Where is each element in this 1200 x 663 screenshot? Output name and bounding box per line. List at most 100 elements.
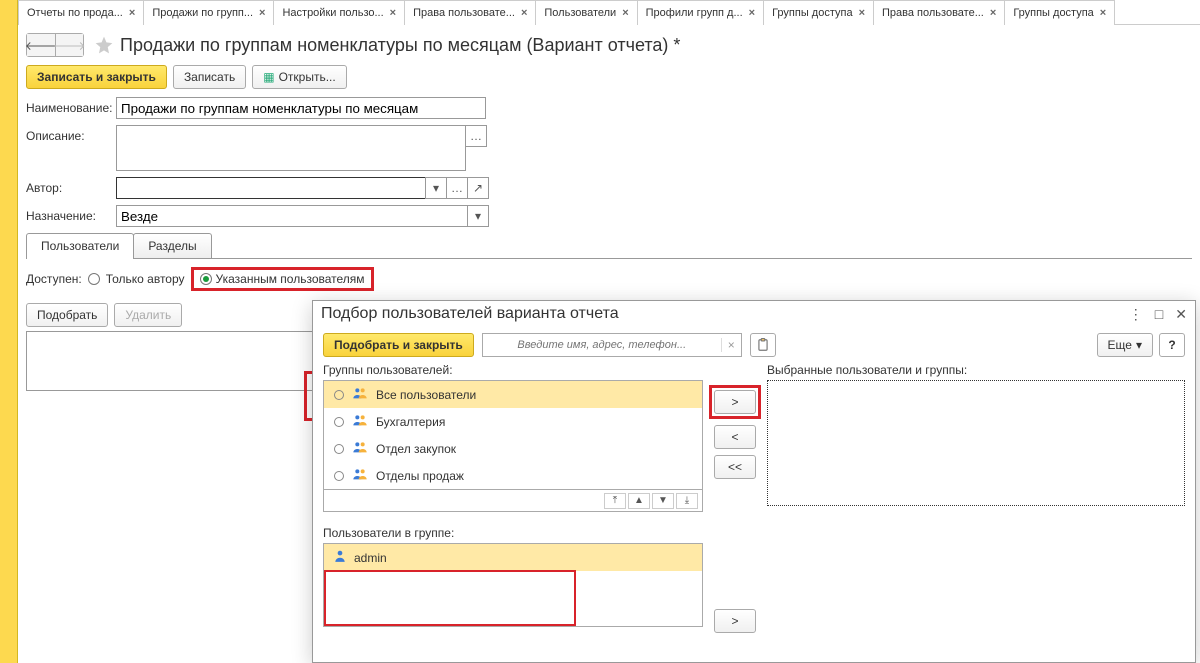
open-button[interactable]: ▦ Открыть... xyxy=(252,65,346,89)
help-button[interactable]: ? xyxy=(1159,333,1185,357)
close-icon[interactable]: × xyxy=(622,7,628,19)
close-icon[interactable]: × xyxy=(859,7,865,19)
purpose-input[interactable] xyxy=(116,205,468,227)
name-input[interactable] xyxy=(116,97,486,119)
forward-button[interactable]: 🡒 xyxy=(55,34,83,56)
app-tab[interactable]: Отчеты по прода...× xyxy=(18,0,144,25)
close-icon[interactable]: × xyxy=(259,7,265,19)
save-button[interactable]: Записать xyxy=(173,65,246,89)
app-tab[interactable]: Права пользовате...× xyxy=(404,0,536,25)
pick-button[interactable]: Подобрать xyxy=(26,303,108,327)
radio-icon xyxy=(334,471,344,481)
ellipsis-button[interactable]: … xyxy=(465,125,487,147)
clear-icon[interactable]: × xyxy=(721,338,741,352)
author-input[interactable] xyxy=(116,177,426,199)
delete-button[interactable]: Удалить xyxy=(114,303,182,327)
close-icon[interactable]: × xyxy=(390,7,396,19)
search-box: × xyxy=(482,333,742,357)
chart-icon: ▦ xyxy=(263,70,274,84)
nav-buttons: 🡐 🡒 xyxy=(26,33,84,57)
move-right-button[interactable]: > xyxy=(714,390,756,414)
description-label: Описание: xyxy=(26,125,116,143)
app-tab[interactable]: Профили групп д...× xyxy=(637,0,764,25)
user-name: admin xyxy=(354,551,387,565)
page-title: Продажи по группам номенклатуры по месяц… xyxy=(120,35,680,56)
save-and-close-button[interactable]: Записать и закрыть xyxy=(26,65,167,89)
move-up-button[interactable]: ▲ xyxy=(628,493,650,509)
group-icon xyxy=(352,386,368,403)
user-row[interactable]: admin xyxy=(324,544,702,571)
kebab-icon[interactable]: ⋮ xyxy=(1129,306,1143,323)
author-label: Автор: xyxy=(26,177,116,195)
close-icon[interactable]: × xyxy=(749,7,755,19)
close-icon[interactable]: × xyxy=(521,7,527,19)
dropdown-button[interactable]: ▾ xyxy=(425,177,447,199)
users-in-group-label: Пользователи в группе: xyxy=(323,526,703,540)
pick-and-close-button[interactable]: Подобрать и закрыть xyxy=(323,333,474,357)
radio-icon xyxy=(334,444,344,454)
app-tab[interactable]: Пользователи× xyxy=(535,0,637,25)
app-tab[interactable]: Продажи по групп...× xyxy=(143,0,274,25)
groups-list[interactable]: Все пользователи Бухгалтерия Отдел закуп… xyxy=(323,380,703,490)
group-icon xyxy=(352,413,368,430)
user-icon xyxy=(334,549,346,566)
group-name: Бухгалтерия xyxy=(376,415,445,429)
dropdown-button[interactable]: ▾ xyxy=(467,205,489,227)
sort-controls: ⤒ ▲ ▼ ⤓ xyxy=(323,490,703,512)
radio-icon xyxy=(334,417,344,427)
group-row[interactable]: Все пользователи xyxy=(324,381,702,408)
move-top-button[interactable]: ⤒ xyxy=(604,493,626,509)
open-ref-button[interactable]: ↗ xyxy=(467,177,489,199)
radio-only-author[interactable] xyxy=(88,273,100,285)
tab-users[interactable]: Пользователи xyxy=(26,233,134,258)
move-right-button-2[interactable]: > xyxy=(714,609,756,633)
maximize-icon[interactable]: □ xyxy=(1155,306,1163,323)
move-all-left-button[interactable]: << xyxy=(714,455,756,479)
ellipsis-button[interactable]: … xyxy=(446,177,468,199)
user-picker-dialog: Подбор пользователей варианта отчета ⋮ □… xyxy=(312,300,1196,663)
app-tabbar: Отчеты по прода...× Продажи по групп...×… xyxy=(18,0,1200,25)
back-button[interactable]: 🡐 xyxy=(27,34,55,56)
close-icon[interactable]: ✕ xyxy=(1175,306,1187,323)
groups-label: Группы пользователей: xyxy=(323,363,703,377)
group-row[interactable]: Бухгалтерия xyxy=(324,408,702,435)
availability-label: Доступен: xyxy=(26,272,82,286)
close-icon[interactable]: × xyxy=(990,7,996,19)
name-label: Наименование: xyxy=(26,97,116,115)
purpose-label: Назначение: xyxy=(26,205,116,223)
star-icon[interactable] xyxy=(94,35,114,55)
move-down-button[interactable]: ▼ xyxy=(652,493,674,509)
more-button[interactable]: Еще ▾ xyxy=(1097,333,1153,357)
move-bottom-button[interactable]: ⤓ xyxy=(676,493,698,509)
app-tab[interactable]: Настройки пользо...× xyxy=(273,0,405,25)
group-icon xyxy=(352,467,368,484)
selected-label: Выбранные пользователи и группы: xyxy=(767,363,1185,377)
group-row[interactable]: Отдел закупок xyxy=(324,435,702,462)
description-input[interactable] xyxy=(116,125,466,171)
group-name: Отделы продаж xyxy=(376,469,464,483)
users-in-group-list[interactable]: admin xyxy=(323,543,703,627)
highlight-box: > xyxy=(709,385,761,419)
app-tab[interactable]: Группы доступа× xyxy=(763,0,874,25)
highlight-box xyxy=(324,570,576,626)
group-name: Все пользователи xyxy=(376,388,476,402)
chevron-down-icon: ▾ xyxy=(1136,338,1142,352)
tab-sections[interactable]: Разделы xyxy=(133,233,211,258)
radio-specified-users-label: Указанным пользователям xyxy=(216,272,365,286)
selected-list[interactable] xyxy=(767,380,1185,506)
radio-icon xyxy=(334,390,344,400)
highlight-box: Указанным пользователям xyxy=(191,267,374,291)
dialog-title: Подбор пользователей варианта отчета xyxy=(321,305,619,323)
app-tab[interactable]: Группы доступа× xyxy=(1004,0,1115,25)
search-input[interactable] xyxy=(483,338,721,352)
group-row[interactable]: Отделы продаж xyxy=(324,462,702,489)
app-tab[interactable]: Права пользовате...× xyxy=(873,0,1005,25)
group-icon xyxy=(352,440,368,457)
radio-specified-users[interactable] xyxy=(200,273,212,285)
paste-button[interactable] xyxy=(750,333,776,357)
move-left-button[interactable]: < xyxy=(714,425,756,449)
app-left-strip xyxy=(0,0,18,663)
group-name: Отдел закупок xyxy=(376,442,456,456)
close-icon[interactable]: × xyxy=(129,7,135,19)
close-icon[interactable]: × xyxy=(1100,7,1106,19)
